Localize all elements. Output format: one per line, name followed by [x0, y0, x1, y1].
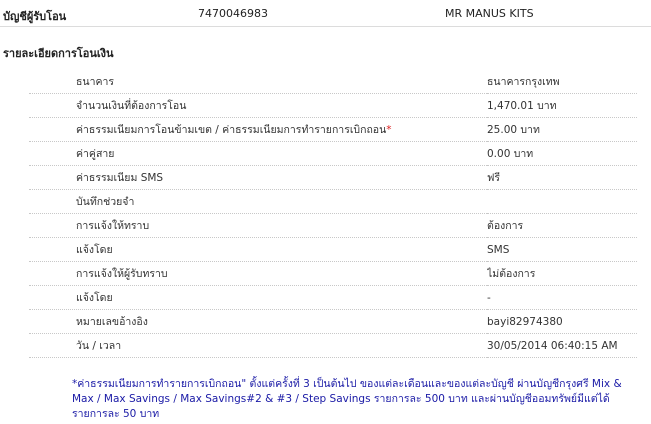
recipient-summary: บัญชีผู้รับโอน 7470046983 MR MANUS KITS [0, 0, 651, 27]
row-label: แจ้งโดย [29, 237, 487, 262]
table-row: บันทึกช่วยจำ [29, 189, 637, 214]
row-label-text: ค่าธรรมเนียมการโอนข้ามเขต / ค่าธรรมเนียม… [76, 124, 387, 136]
row-label: ค่าคู่สาย [29, 141, 487, 166]
row-label: ค่าธรรมเนียม SMS [29, 165, 487, 190]
row-value: ฟรี [487, 165, 637, 190]
row-value: 30/05/2014 06:40:15 AM [487, 333, 637, 358]
row-label: จำนวนเงินที่ต้องการโอน [29, 93, 487, 118]
table-row: หมายเลขอ้างอิง bayi82974380 [29, 309, 637, 334]
row-value: ไม่ต้องการ [487, 261, 637, 286]
row-label: หมายเลขอ้างอิง [29, 309, 487, 334]
row-value: 1,470.01 บาท [487, 93, 637, 118]
row-label: วัน / เวลา [29, 333, 487, 358]
table-row: แจ้งโดย - [29, 285, 637, 310]
recipient-label: บัญชีผู้รับโอน [3, 10, 67, 23]
row-value [487, 189, 637, 214]
row-label: การแจ้งให้ผู้รับทราบ [29, 261, 487, 286]
row-value: 0.00 บาท [487, 141, 637, 166]
recipient-account-number: 7470046983 [198, 7, 268, 20]
section-title: รายละเอียดการโอนเงิน [3, 47, 114, 60]
fee-footnote: *ค่าธรรมเนียมการทำรายการเบิกถอน" ตั้งแต่… [72, 378, 622, 420]
table-row: ค่าคู่สาย 0.00 บาท [29, 141, 637, 166]
row-label: ธนาคาร [29, 70, 487, 94]
table-row: การแจ้งให้ผู้รับทราบ ไม่ต้องการ [29, 261, 637, 286]
table-row: ค่าธรรมเนียมการโอนข้ามเขต / ค่าธรรมเนียม… [29, 117, 637, 142]
required-mark: * [386, 124, 392, 136]
table-row: จำนวนเงินที่ต้องการโอน 1,470.01 บาท [29, 93, 637, 118]
row-label: การแจ้งให้ทราบ [29, 213, 487, 238]
row-value: ต้องการ [487, 213, 637, 238]
row-label: บันทึกช่วยจำ [29, 189, 487, 214]
table-row: วัน / เวลา 30/05/2014 06:40:15 AM [29, 333, 637, 358]
table-row: ค่าธรรมเนียม SMS ฟรี [29, 165, 637, 190]
table-row: ธนาคาร ธนาคารกรุงเทพ [29, 70, 637, 94]
transfer-details-table: ธนาคาร ธนาคารกรุงเทพ จำนวนเงินที่ต้องการ… [29, 70, 637, 358]
row-value: SMS [487, 237, 637, 262]
row-value: bayi82974380 [487, 309, 637, 334]
table-row: การแจ้งให้ทราบ ต้องการ [29, 213, 637, 238]
row-value: 25.00 บาท [487, 117, 637, 142]
recipient-account-name: MR MANUS KITS [445, 7, 534, 20]
table-row: แจ้งโดย SMS [29, 237, 637, 262]
row-value: ธนาคารกรุงเทพ [487, 70, 637, 94]
row-label: แจ้งโดย [29, 285, 487, 310]
row-label-fee: ค่าธรรมเนียมการโอนข้ามเขต / ค่าธรรมเนียม… [29, 117, 487, 142]
row-value: - [487, 285, 637, 310]
